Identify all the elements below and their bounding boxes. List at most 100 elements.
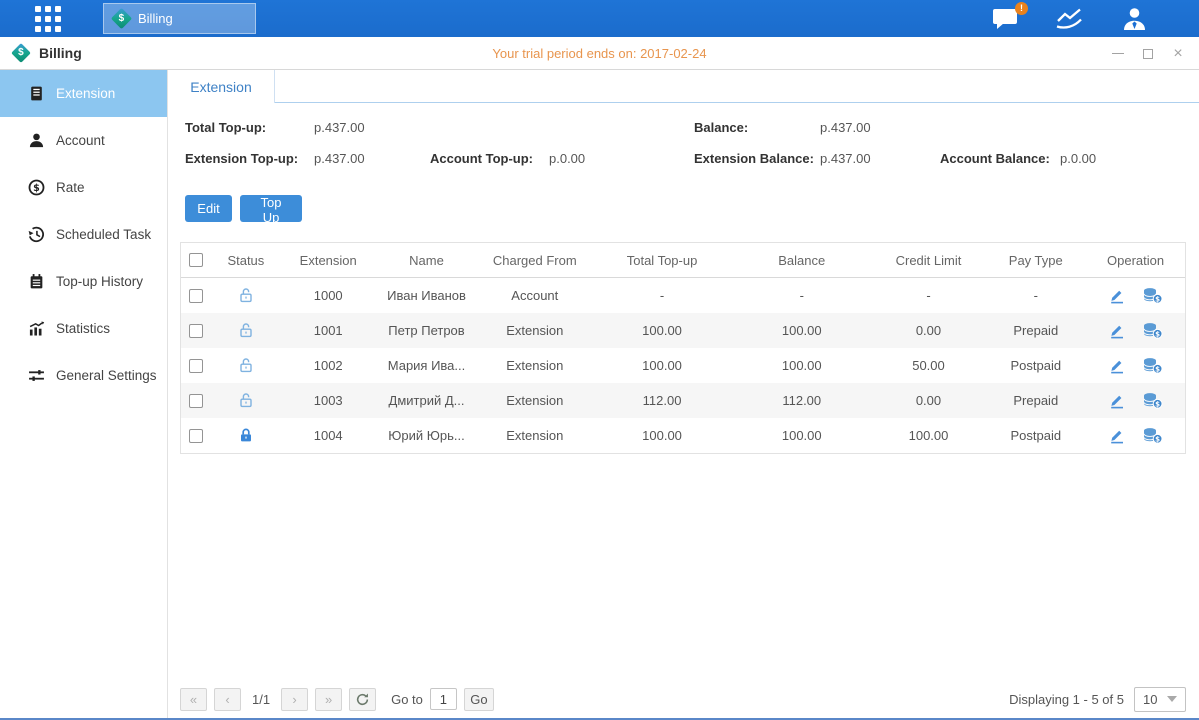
topup-button[interactable]: Top Up [240, 195, 302, 222]
unlocked-icon [238, 322, 254, 339]
next-page-button[interactable]: › [281, 688, 308, 711]
charged-from-cell: Extension [477, 393, 592, 408]
sidebar-item-statistics[interactable]: Statistics [0, 305, 167, 352]
extension-icon [28, 85, 45, 102]
sidebar-item-scheduled-task[interactable]: Scheduled Task [0, 211, 167, 258]
topup-row-icon[interactable]: $ [1142, 322, 1163, 339]
top-app-bar: $ Billing ! [0, 0, 1199, 37]
edit-row-icon[interactable] [1108, 288, 1126, 304]
total-topup-cell: 100.00 [592, 323, 732, 338]
sidebar-item-extension[interactable]: Extension [0, 70, 167, 117]
sidebar-item-rate[interactable]: $ Rate [0, 164, 167, 211]
sidebar-item-label: Statistics [56, 321, 110, 336]
extension-topup-value: p.437.00 [314, 151, 365, 166]
sidebar-item-label: General Settings [56, 368, 157, 383]
pay-type-cell: Prepaid [985, 393, 1086, 408]
total-topup-cell: - [592, 288, 732, 303]
svg-text:$: $ [33, 183, 40, 194]
edit-button[interactable]: Edit [185, 195, 232, 222]
page-size-select[interactable]: 10 [1134, 687, 1186, 712]
extension-cell: 1001 [281, 323, 376, 338]
pay-type-cell: - [985, 288, 1086, 303]
extension-cell: 1003 [281, 393, 376, 408]
billing-window-icon: $ [11, 43, 31, 63]
total-topup-label: Total Top-up: [185, 120, 266, 135]
extensions-table: Status Extension Name Charged From Total… [180, 242, 1186, 454]
topup-row-icon[interactable]: $ [1142, 427, 1163, 444]
refresh-button[interactable] [349, 688, 376, 711]
edit-row-icon[interactable] [1108, 393, 1126, 409]
statistics-chart-icon[interactable] [1056, 8, 1086, 30]
topup-row-icon[interactable]: $ [1142, 287, 1163, 304]
tab-strip: Extension [168, 70, 1199, 103]
first-page-button[interactable]: « [180, 688, 207, 711]
sidebar-item-general-settings[interactable]: General Settings [0, 352, 167, 399]
charged-from-cell: Extension [477, 323, 592, 338]
name-cell: Юрий Юрь... [376, 428, 478, 443]
scheduled-task-icon [28, 226, 45, 243]
header-credit-limit: Credit Limit [872, 253, 986, 268]
chevron-down-icon [1167, 696, 1177, 702]
charged-from-cell: Extension [477, 428, 592, 443]
table-row: 1000Иван ИвановAccount----$ [181, 278, 1185, 313]
row-checkbox[interactable] [189, 394, 203, 408]
header-extension: Extension [281, 253, 376, 268]
total-topup-cell: 100.00 [592, 428, 732, 443]
sidebar-item-label: Extension [56, 86, 115, 101]
window-title-bar: $ Billing Your trial period ends on: 201… [0, 37, 1199, 70]
locked-icon [238, 427, 254, 444]
header-balance: Balance [732, 253, 872, 268]
page-size-value: 10 [1143, 692, 1157, 707]
edit-row-icon[interactable] [1108, 358, 1126, 374]
apps-grid-icon[interactable] [35, 6, 61, 32]
credit-limit-cell: 100.00 [872, 428, 986, 443]
balance-cell: 100.00 [732, 428, 872, 443]
extension-balance-label: Extension Balance: [694, 151, 814, 166]
charged-from-cell: Account [477, 288, 592, 303]
user-account-icon[interactable] [1122, 7, 1147, 30]
row-checkbox[interactable] [189, 359, 203, 373]
prev-page-button[interactable]: ‹ [214, 688, 241, 711]
general-settings-icon [28, 367, 45, 384]
credit-limit-cell: 50.00 [872, 358, 986, 373]
table-row: 1001Петр ПетровExtension100.00100.000.00… [181, 313, 1185, 348]
pay-type-cell: Prepaid [985, 323, 1086, 338]
extension-cell: 1004 [281, 428, 376, 443]
row-checkbox[interactable] [189, 324, 203, 338]
messages-icon[interactable]: ! [993, 8, 1020, 30]
topup-history-icon [28, 273, 45, 290]
close-button[interactable]: × [1171, 47, 1185, 61]
header-operation: Operation [1086, 253, 1185, 268]
topup-row-icon[interactable]: $ [1142, 392, 1163, 409]
maximize-button[interactable] [1141, 47, 1155, 61]
table-header-row: Status Extension Name Charged From Total… [181, 243, 1185, 278]
select-all-checkbox[interactable] [189, 253, 203, 267]
edit-row-icon[interactable] [1108, 428, 1126, 444]
row-checkbox[interactable] [189, 289, 203, 303]
go-button[interactable]: Go [464, 688, 494, 711]
edit-row-icon[interactable] [1108, 323, 1126, 339]
name-cell: Петр Петров [376, 323, 478, 338]
name-cell: Дмитрий Д... [376, 393, 478, 408]
window-title: Billing [39, 45, 82, 61]
tab-extension[interactable]: Extension [168, 70, 275, 103]
header-pay-type: Pay Type [985, 253, 1086, 268]
tab-label: Extension [190, 79, 251, 95]
account-topup-label: Account Top-up: [430, 151, 533, 166]
taskbar-tab-billing[interactable]: $ Billing [103, 3, 256, 34]
topup-row-icon[interactable]: $ [1142, 357, 1163, 374]
pay-type-cell: Postpaid [985, 428, 1086, 443]
goto-page-input[interactable] [430, 688, 457, 710]
table-body: 1000Иван ИвановAccount----$1001Петр Петр… [181, 278, 1185, 453]
account-balance-value: p.0.00 [1060, 151, 1096, 166]
row-checkbox[interactable] [189, 429, 203, 443]
credit-limit-cell: - [872, 288, 986, 303]
account-icon [28, 132, 45, 149]
sidebar-item-account[interactable]: Account [0, 117, 167, 164]
svg-text:$: $ [1155, 365, 1160, 373]
last-page-button[interactable]: » [315, 688, 342, 711]
extension-cell: 1002 [281, 358, 376, 373]
minimize-button[interactable] [1111, 47, 1125, 61]
sidebar-item-topup-history[interactable]: Top-up History [0, 258, 167, 305]
charged-from-cell: Extension [477, 358, 592, 373]
